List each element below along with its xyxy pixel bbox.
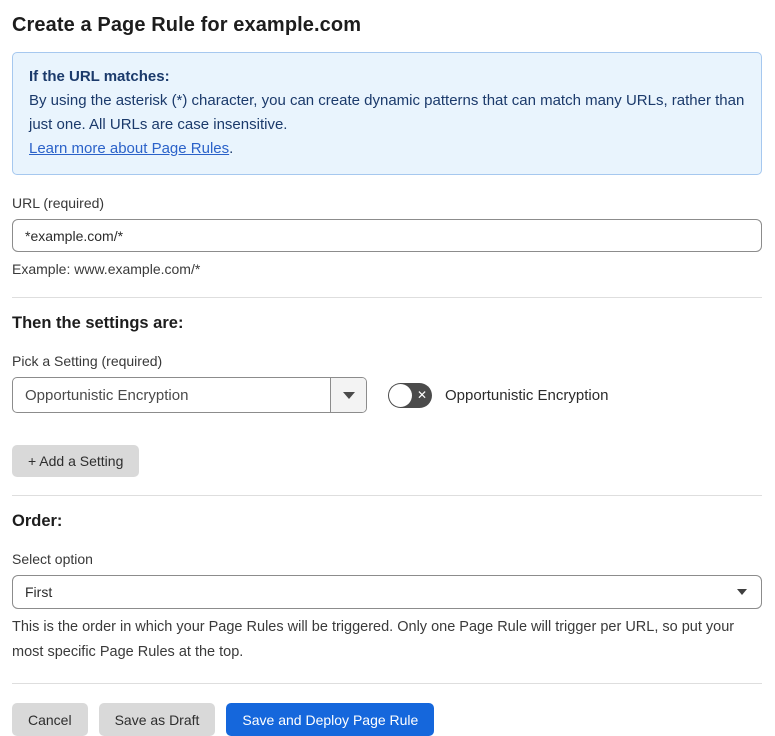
save-as-draft-button[interactable]: Save as Draft (98, 703, 216, 736)
cancel-button[interactable]: Cancel (12, 703, 88, 736)
url-example-help: Example: www.example.com/* (12, 261, 201, 277)
order-section-heading: Order: (12, 512, 63, 530)
section-divider (12, 495, 762, 496)
page-title: Create a Page Rule for example.com (12, 14, 362, 36)
toggle-label: Opportunistic Encryption (445, 386, 609, 404)
order-select-value: First (25, 584, 53, 600)
setting-picker-arrow-button[interactable] (330, 378, 366, 412)
pick-setting-label: Pick a Setting (required) (12, 353, 163, 369)
create-page-rule-panel: Create a Page Rule for example.com If th… (0, 0, 775, 736)
order-help-text: This is the order in which your Page Rul… (12, 619, 735, 660)
settings-section-heading: Then the settings are: (12, 314, 184, 332)
setting-picker-value: Opportunistic Encryption (25, 386, 189, 404)
info-box-heading: If the URL matches: (29, 68, 170, 85)
setting-picker-dropdown[interactable]: Opportunistic Encryption (12, 377, 367, 413)
chevron-down-icon (737, 589, 747, 595)
toggle-knob (389, 383, 412, 407)
url-field-label: URL (required) (12, 195, 105, 211)
learn-more-link[interactable]: Learn more about Page Rules (29, 140, 229, 157)
add-setting-button[interactable]: + Add a Setting (12, 445, 140, 477)
chevron-down-icon (342, 391, 355, 399)
info-box-link-row: Learn more about Page Rules. (29, 137, 745, 161)
url-match-info-box: If the URL matches: By using the asteris… (12, 52, 762, 175)
link-suffix: . (229, 140, 234, 157)
save-and-deploy-button[interactable]: Save and Deploy Page Rule (226, 703, 435, 736)
footer-divider (12, 683, 762, 684)
section-divider (12, 297, 762, 298)
order-select[interactable]: First (12, 575, 762, 609)
url-input[interactable] (12, 219, 762, 252)
order-select-label: Select option (12, 551, 93, 567)
toggle-x-icon: ✕ (416, 387, 427, 402)
setting-row: Opportunistic Encryption ✕ Opportunistic… (12, 377, 762, 413)
opportunistic-encryption-toggle[interactable]: ✕ (388, 382, 432, 408)
footer-actions: Cancel Save as Draft Save and Deploy Pag… (12, 703, 762, 736)
info-box-body: By using the asterisk (*) character, you… (29, 92, 745, 133)
